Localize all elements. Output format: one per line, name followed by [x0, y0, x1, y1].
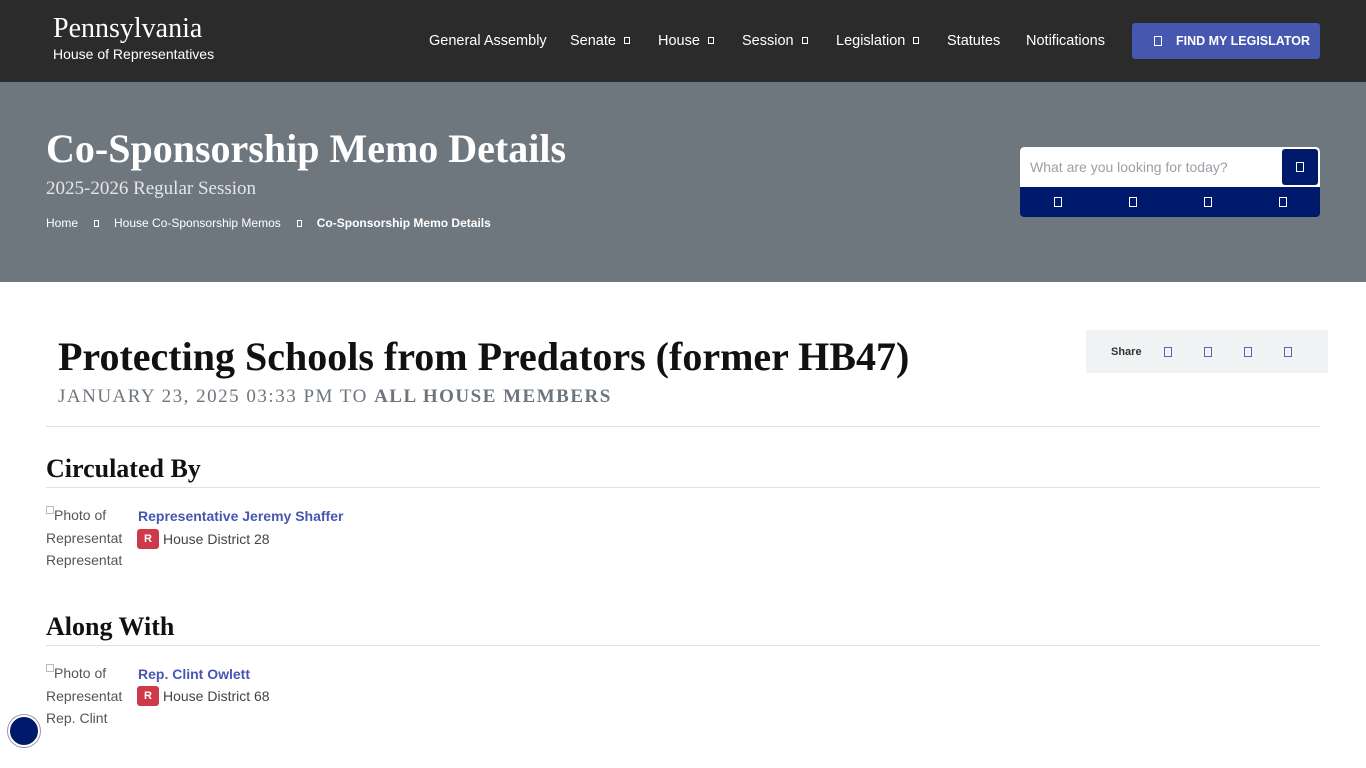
photo-alt-text: Photo of Representative Rep. Clint Owlet… [46, 665, 122, 726]
nav-label: Session [742, 33, 794, 49]
legislator-district: R House District 28 [137, 529, 270, 549]
nav-statutes[interactable]: Statutes [947, 32, 1000, 50]
quick-link-icon [1053, 197, 1062, 207]
map-marker-icon [1154, 36, 1162, 46]
nav-label: Legislation [836, 33, 906, 49]
legislator-name-link[interactable]: Rep. Clint Owlett [138, 665, 250, 683]
breadcrumb-home[interactable]: Home [46, 216, 78, 230]
quick-link-4[interactable] [1245, 187, 1320, 217]
nav-label: Notifications [1026, 33, 1105, 49]
broken-image-icon [46, 664, 54, 672]
share-bar: Share [1086, 330, 1328, 373]
memo-meta: JANUARY 23, 2025 03:33 PM TO ALL HOUSE M… [58, 386, 612, 408]
find-button-label: FIND MY LEGISLATOR [1176, 34, 1311, 48]
circulated-by-heading: Circulated By [46, 454, 201, 483]
quick-link-icon [1128, 197, 1137, 207]
chevron-right-icon [94, 219, 100, 227]
chevron-down-icon [801, 37, 808, 44]
quick-link-1[interactable] [1020, 187, 1095, 217]
quick-link-icon [1278, 197, 1287, 207]
brand-subtitle: House of Representatives [53, 46, 215, 62]
chevron-down-icon [913, 37, 920, 44]
session-label: 2025-2026 Regular Session [46, 178, 257, 199]
accessibility-widget-button[interactable] [8, 715, 40, 747]
quick-link-icon [1203, 197, 1212, 207]
divider [46, 426, 1320, 427]
nav-label: House [658, 33, 700, 49]
nav-label: General Assembly [429, 33, 547, 49]
party-badge: R [137, 529, 159, 549]
broken-image-icon [46, 506, 54, 514]
legislator-photo[interactable]: Photo of Representative Representative [46, 504, 122, 572]
breadcrumb-current: Co-Sponsorship Memo Details [316, 216, 491, 230]
divider [46, 645, 1320, 646]
twitter-icon[interactable] [1203, 346, 1212, 357]
memo-recipients: ALL HOUSE MEMBERS [374, 386, 612, 407]
district-label: House District 68 [163, 688, 270, 704]
nav-label: Statutes [947, 33, 1001, 49]
quick-link-2[interactable] [1095, 187, 1170, 217]
nav-label: Senate [570, 33, 616, 49]
page-title: Co-Sponsorship Memo Details [46, 126, 567, 171]
nav-senate[interactable]: Senate [570, 32, 630, 50]
memo-date: JANUARY 23, 2025 03:33 PM [58, 386, 334, 407]
nav-legislation[interactable]: Legislation [836, 32, 920, 50]
district-label: House District 28 [163, 531, 270, 547]
share-label: Share [1111, 345, 1142, 358]
chevron-right-icon [296, 219, 302, 227]
search-button[interactable] [1282, 149, 1318, 185]
print-icon[interactable] [1283, 346, 1292, 357]
chevron-down-icon [623, 37, 630, 44]
email-icon[interactable] [1243, 346, 1252, 357]
site-logo[interactable]: Pennsylvania House of Representatives [53, 14, 214, 63]
nav-general-assembly[interactable]: General Assembly [429, 32, 547, 50]
photo-alt-text: Photo of Representative Representative [46, 507, 122, 568]
legislator-photo[interactable]: Photo of Representative Rep. Clint Owlet… [46, 662, 122, 730]
top-navbar: Pennsylvania House of Representatives Ge… [0, 0, 1366, 82]
brand-title: Pennsylvania [53, 13, 203, 44]
legislator-name-link[interactable]: Representative Jeremy Shaffer [138, 507, 343, 525]
search-icon [1296, 162, 1304, 172]
find-my-legislator-button[interactable]: FIND MY LEGISLATOR [1132, 23, 1320, 59]
nav-notifications[interactable]: Notifications [1026, 32, 1105, 50]
facebook-icon[interactable] [1163, 346, 1172, 357]
party-badge: R [137, 686, 159, 706]
site-search [1020, 147, 1320, 217]
breadcrumb: Home House Co-Sponsorship Memos Co-Spons… [46, 216, 491, 230]
nav-session[interactable]: Session [742, 32, 808, 50]
legislator-district: R House District 68 [137, 686, 270, 706]
divider [46, 487, 1320, 488]
chevron-down-icon [707, 37, 714, 44]
along-with-heading: Along With [46, 612, 175, 641]
search-input[interactable] [1020, 147, 1320, 187]
page-hero: Co-Sponsorship Memo Details 2025-2026 Re… [0, 82, 1366, 282]
search-quick-links [1020, 187, 1320, 217]
breadcrumb-cosponsorship-memos[interactable]: House Co-Sponsorship Memos [114, 216, 281, 230]
memo-to: TO [339, 386, 368, 407]
memo-title: Protecting Schools from Predators (forme… [58, 334, 910, 379]
quick-link-3[interactable] [1170, 187, 1245, 217]
nav-house[interactable]: House [658, 32, 714, 50]
